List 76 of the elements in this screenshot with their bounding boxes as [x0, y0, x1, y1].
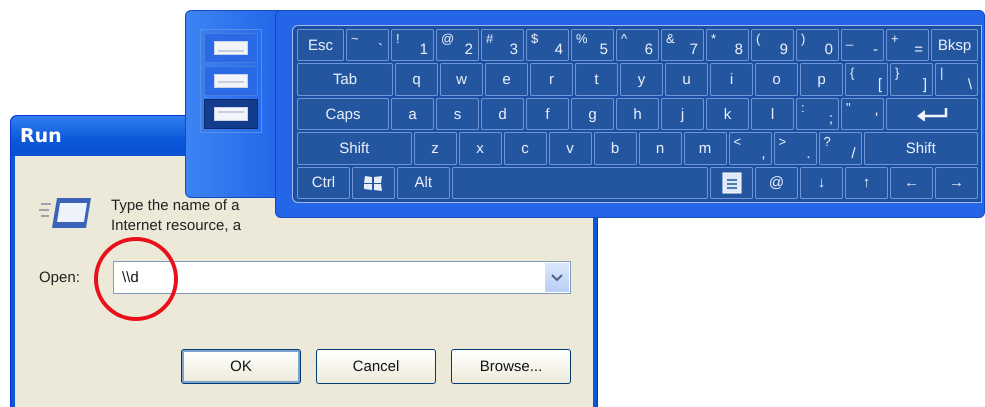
keyboard-key[interactable]: f	[526, 98, 569, 130]
keyboard-key[interactable]: & 7	[661, 29, 704, 62]
windows-logo-icon	[363, 174, 384, 192]
keyboard-key[interactable]: Caps	[297, 98, 389, 130]
keyboard-key[interactable]: i	[710, 63, 753, 96]
keyboard-key[interactable]: z	[414, 132, 456, 165]
keyboard-key[interactable]: ( 9	[751, 29, 794, 62]
keyboard-key[interactable]: $ 4	[526, 29, 569, 62]
keyboard-key[interactable]: Ctrl	[297, 166, 350, 200]
keyboard-key[interactable]: r	[530, 63, 573, 96]
keyboard-key[interactable]: Tab	[297, 63, 393, 96]
keyboard-key[interactable]: > .	[774, 132, 816, 165]
keyboard-icon	[214, 107, 248, 121]
dialog-button[interactable]: Browse...	[451, 349, 571, 384]
keyboard-key[interactable]: c	[504, 132, 546, 165]
keyboard-key[interactable]: o	[755, 63, 798, 96]
keyboard-key[interactable]: t	[575, 63, 618, 96]
keyboard-key[interactable]: _ -	[841, 29, 884, 62]
keyboard-key[interactable]: Esc	[297, 29, 344, 62]
keyboard-key[interactable]: # 3	[481, 29, 524, 62]
keyboard-key[interactable]: * 8	[706, 29, 749, 62]
keyboard-key[interactable]: ↓	[800, 166, 843, 200]
keyboard-key[interactable]: Shift	[297, 132, 412, 165]
keyboard-key[interactable]: y	[620, 63, 663, 96]
keyboard-icon	[214, 74, 248, 88]
keyboard-key[interactable]: ↑	[845, 166, 888, 200]
run-description: Type the name of a Internet resource, a	[111, 196, 242, 236]
keyboard-key[interactable]: q	[395, 63, 438, 96]
keyboard-key[interactable]: u	[665, 63, 708, 96]
keyboard-key[interactable]: : ;	[796, 98, 839, 130]
menu-key[interactable]	[710, 166, 753, 200]
keyboard-key[interactable]: g	[571, 98, 614, 130]
keyboard-key[interactable]: @	[755, 166, 798, 200]
keyboard-key[interactable]: n	[638, 132, 682, 165]
keyboard-icon	[214, 41, 248, 55]
open-combo-box[interactable]: \\d	[113, 261, 571, 294]
keyboard-key[interactable]: j	[661, 98, 704, 130]
keyboard-key[interactable]: p	[800, 63, 843, 96]
keyboard-key[interactable]: k	[706, 98, 749, 130]
enter-key[interactable]	[886, 98, 978, 130]
keyboard-key[interactable]: ←	[890, 166, 933, 200]
keyboard-key[interactable]: w	[440, 63, 483, 96]
keyboard-key[interactable]: ^ 6	[616, 29, 659, 62]
windows-key[interactable]	[352, 166, 395, 200]
keyboard-key[interactable]: < ,	[728, 132, 772, 165]
keyboard-key[interactable]: @ 2	[436, 29, 479, 62]
keyboard-key[interactable]: ~ `	[346, 29, 389, 62]
keyboard-key[interactable]: b	[594, 132, 636, 165]
keyboard-key[interactable]: →	[935, 166, 978, 200]
keyboard-key[interactable]: " '	[841, 98, 884, 130]
keyboard-key[interactable]: e	[485, 63, 528, 96]
keyboard-key[interactable]: | \	[935, 63, 978, 96]
keyboard-key[interactable]: ) 0	[796, 29, 839, 62]
open-label: Open:	[39, 269, 81, 286]
dialog-button[interactable]: Cancel	[316, 349, 436, 384]
keyboard-key[interactable]: Alt	[396, 166, 450, 200]
keyboard-key[interactable]: l	[751, 98, 794, 130]
keyboard-key[interactable]: m	[684, 132, 726, 165]
keyboard-key[interactable]: + =	[886, 29, 929, 62]
keyboard-key[interactable]: { [	[845, 63, 888, 96]
keyboard-key[interactable]: ? /	[818, 132, 862, 165]
menu-icon	[722, 172, 742, 194]
keyboard-key[interactable]: x	[458, 132, 502, 165]
keyboard-key[interactable]: h	[616, 98, 659, 130]
keyboard-key[interactable]: d	[481, 98, 524, 130]
keyboard-key[interactable]: a	[391, 98, 434, 130]
keyboard-key[interactable]: ! 1	[391, 29, 434, 62]
keyboard-key[interactable]: s	[436, 98, 479, 130]
keyboard-key[interactable]: Bksp	[931, 29, 978, 62]
keyboard-mode-button[interactable]	[204, 99, 258, 129]
dialog-button[interactable]: OK	[181, 349, 301, 384]
enter-arrow-icon	[916, 107, 948, 122]
keyboard-key[interactable]: v	[548, 132, 592, 165]
keyboard-key[interactable]: % 5	[571, 29, 614, 62]
keyboard-key[interactable]: Shift	[864, 132, 978, 165]
keyboard-key[interactable]: } ]	[890, 63, 933, 96]
